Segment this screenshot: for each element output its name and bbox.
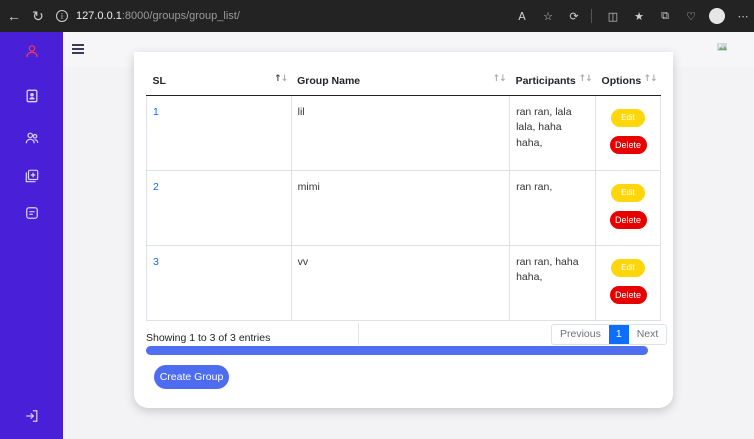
more-menu-icon[interactable]: ⋯ bbox=[732, 5, 754, 27]
pagination-page-current[interactable]: 1 bbox=[608, 325, 629, 344]
footer-divider bbox=[358, 323, 359, 345]
user-icon[interactable] bbox=[24, 43, 40, 59]
sl-link[interactable]: 3 bbox=[153, 256, 159, 268]
sort-icon: ↑↓ bbox=[578, 74, 592, 84]
url-path: :8000/groups/group_list/ bbox=[121, 10, 240, 22]
sl-link[interactable]: 2 bbox=[153, 181, 159, 193]
table-row: 3 vv ran ran, haha haha, Edit Delete bbox=[146, 244, 661, 321]
delete-button[interactable]: Delete bbox=[609, 210, 647, 229]
column-label: Participants bbox=[515, 74, 576, 87]
delete-button[interactable]: Delete bbox=[609, 285, 647, 304]
edit-button[interactable]: Edit bbox=[611, 183, 646, 202]
options-cell: Edit Delete bbox=[595, 95, 661, 171]
browser-icons: A ☆ ⟳ ◫ ★ ⧉ ♡ ⋯ bbox=[507, 0, 754, 32]
delete-button[interactable]: Delete bbox=[609, 135, 647, 154]
table-row: 2 mimi ran ran, Edit Delete bbox=[146, 169, 661, 246]
group-name-cell: mimi bbox=[290, 169, 511, 246]
sl-cell: 1 bbox=[146, 95, 292, 171]
refresh-icon[interactable]: ↻ bbox=[28, 6, 48, 26]
menu-toggle-icon[interactable] bbox=[72, 44, 84, 54]
add-box-icon[interactable] bbox=[24, 168, 40, 184]
pagination-next[interactable]: Next bbox=[629, 325, 667, 344]
column-label: SL bbox=[152, 74, 166, 87]
logout-icon[interactable] bbox=[24, 408, 40, 424]
edit-button[interactable]: Edit bbox=[611, 258, 646, 277]
sl-link[interactable]: 1 bbox=[153, 106, 159, 118]
sidebar bbox=[0, 32, 63, 439]
edit-button[interactable]: Edit bbox=[611, 108, 646, 127]
browser-toolbar: ← ↻ i 127.0.0.1:8000/groups/group_list/ … bbox=[0, 0, 754, 32]
back-icon[interactable]: ← bbox=[4, 6, 24, 26]
message-icon[interactable] bbox=[24, 205, 40, 221]
column-label: Options bbox=[601, 74, 642, 87]
group-icon[interactable] bbox=[24, 130, 40, 146]
table-info-text: Showing 1 to 3 of 3 entries bbox=[146, 332, 271, 344]
collections-icon[interactable]: ⧉ bbox=[654, 5, 676, 27]
group-name-cell: vv bbox=[290, 244, 511, 321]
sort-icon: ↑↓ bbox=[643, 74, 657, 84]
column-header-sl[interactable]: SL ↑↓ bbox=[146, 67, 292, 96]
sort-icon: ↑↓ bbox=[274, 74, 288, 84]
participants-cell: ran ran, bbox=[509, 169, 597, 246]
favorites-icon[interactable]: ★ bbox=[628, 5, 650, 27]
url-host: 127.0.0.1 bbox=[76, 10, 122, 22]
pagination: Previous 1 Next bbox=[551, 324, 668, 345]
info-icon[interactable]: i bbox=[56, 10, 68, 22]
pagination-previous[interactable]: Previous bbox=[552, 325, 609, 344]
group-table: SL ↑↓ Group Name ↑↓ Participants ↑↓ Opti… bbox=[146, 67, 661, 321]
extension-icon[interactable]: ⟳ bbox=[563, 5, 585, 27]
options-cell: Edit Delete bbox=[595, 169, 661, 246]
participants-cell: ran ran, haha haha, bbox=[509, 244, 597, 321]
horizontal-scrollbar[interactable] bbox=[146, 346, 648, 355]
column-label: Group Name bbox=[297, 74, 361, 87]
column-header-group-name[interactable]: Group Name ↑↓ bbox=[291, 67, 510, 96]
options-cell: Edit Delete bbox=[595, 244, 661, 321]
table-row: 1 lil ran ran, lala lala, haha haha, Edi… bbox=[146, 95, 661, 171]
toolbar-divider bbox=[591, 9, 592, 23]
column-header-participants[interactable]: Participants ↑↓ bbox=[509, 67, 596, 96]
profile-avatar[interactable] bbox=[706, 5, 728, 27]
sl-cell: 3 bbox=[146, 244, 292, 321]
favorite-star-icon[interactable]: ☆ bbox=[537, 5, 559, 27]
split-screen-icon[interactable]: ◫ bbox=[602, 5, 624, 27]
sl-cell: 2 bbox=[146, 169, 292, 246]
column-header-options[interactable]: Options ↑↓ bbox=[595, 67, 661, 96]
contacts-icon[interactable] bbox=[24, 88, 40, 104]
participants-cell: ran ran, lala lala, haha haha, bbox=[509, 95, 597, 171]
create-group-button[interactable]: Create Group bbox=[154, 365, 229, 389]
sort-icon: ↑↓ bbox=[492, 74, 507, 84]
read-aloud-icon[interactable]: A bbox=[511, 5, 533, 27]
avatar-broken-image-icon[interactable] bbox=[716, 40, 728, 52]
group-name-cell: lil bbox=[290, 95, 511, 171]
performance-icon[interactable]: ♡ bbox=[680, 5, 702, 27]
